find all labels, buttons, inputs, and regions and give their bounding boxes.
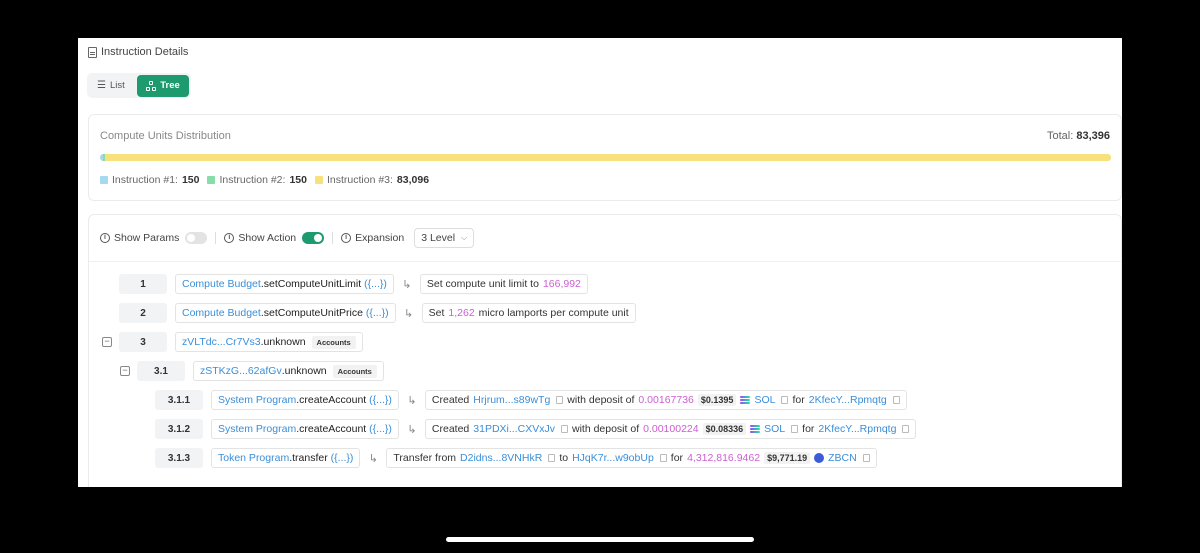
collapse-toggle-icon[interactable]: − bbox=[102, 337, 112, 347]
legend-instruction-1: Instruction #1: 150 bbox=[100, 174, 199, 186]
token-link[interactable]: SOL bbox=[754, 394, 775, 406]
section-title: Instruction Details bbox=[88, 45, 188, 59]
show-params-option: i Show Params bbox=[100, 232, 208, 244]
copy-icon[interactable] bbox=[902, 425, 910, 433]
copy-icon[interactable] bbox=[548, 454, 556, 462]
return-arrow-icon: ↳ bbox=[407, 394, 417, 407]
legend-swatch bbox=[314, 176, 323, 184]
tree-view-button[interactable]: Tree bbox=[137, 74, 189, 97]
instruction-action: Created Hrjrum...s89wTg with deposit of … bbox=[424, 390, 907, 410]
instruction-action: Transfer from D2idns...8VNHkR to HJqK7r.… bbox=[386, 448, 877, 468]
legend-swatch bbox=[100, 176, 108, 184]
instruction-call[interactable]: System Program .createAccount ({...}) bbox=[211, 419, 399, 439]
instruction-index: 2 bbox=[119, 303, 167, 323]
owner-link[interactable]: 2KfecY...Rpmqtg bbox=[818, 423, 896, 435]
usd-value: $0.08336 bbox=[702, 423, 747, 435]
instruction-action: Created 31PDXi...CXVxJv with deposit of … bbox=[424, 419, 917, 439]
instruction-row-2: 2 Compute Budget .setComputeUnitPrice ({.… bbox=[119, 303, 636, 323]
copy-icon[interactable] bbox=[659, 454, 667, 462]
expansion-option: i Expansion 3 Level ⌵ bbox=[341, 228, 475, 248]
document-icon bbox=[88, 46, 97, 58]
instruction-index: 3 bbox=[119, 332, 167, 352]
source-account-link[interactable]: D2idns...8VNHkR bbox=[460, 452, 542, 464]
view-toggle: ☰ List Tree bbox=[87, 73, 191, 98]
divider bbox=[332, 232, 334, 244]
account-link[interactable]: Hrjrum...s89wTg bbox=[473, 394, 550, 406]
instruction-call[interactable]: zVLTdc...Cr7Vs3 .unknown Accounts bbox=[175, 332, 363, 352]
expansion-select[interactable]: 3 Level ⌵ bbox=[414, 228, 475, 248]
instruction-row-3: 3 zVLTdc...Cr7Vs3 .unknown Accounts bbox=[119, 332, 363, 352]
instruction-call[interactable]: Compute Budget .setComputeUnitPrice ({...… bbox=[175, 303, 396, 323]
compute-units-card: Compute Units Distribution Total: 83,396… bbox=[88, 114, 1122, 201]
instruction-index: 3.1.2 bbox=[155, 419, 203, 439]
instruction-row-3-1-2: 3.1.2 System Program .createAccount ({...… bbox=[155, 419, 917, 439]
compute-units-label: Compute Units Distribution bbox=[100, 130, 231, 142]
instruction-call[interactable]: Compute Budget .setComputeUnitLimit ({...… bbox=[175, 274, 394, 294]
copy-icon[interactable] bbox=[781, 396, 789, 404]
divider bbox=[89, 261, 1121, 262]
instruction-index: 3.1.1 bbox=[155, 390, 203, 410]
legend-instruction-2: Instruction #2: 150 bbox=[207, 174, 307, 186]
options-row: i Show Params i Show Action i Expansion … bbox=[100, 227, 475, 249]
instruction-call[interactable]: zSTKzG...62afGv .unknown Accounts bbox=[193, 361, 384, 381]
legend-instruction-3: Instruction #3: 83,096 bbox=[314, 174, 429, 186]
return-arrow-icon: ↳ bbox=[404, 307, 414, 320]
list-icon: ☰ bbox=[97, 79, 106, 91]
usd-value: $0.1395 bbox=[697, 394, 737, 406]
legend-swatch bbox=[207, 176, 216, 184]
token-link[interactable]: ZBCN bbox=[828, 452, 857, 464]
show-action-option: i Show Action bbox=[224, 232, 325, 244]
info-icon: i bbox=[341, 233, 352, 243]
account-link[interactable]: 31PDXi...CXVxJv bbox=[473, 423, 555, 435]
list-view-button[interactable]: ☰ List bbox=[89, 75, 137, 97]
show-action-toggle[interactable] bbox=[302, 232, 325, 244]
instruction-action: Set 1,262 micro lamports per compute unit bbox=[421, 303, 636, 323]
destination-account-link[interactable]: HJqK7r...w9obUp bbox=[572, 452, 654, 464]
chevron-down-icon: ⌵ bbox=[461, 233, 468, 242]
instruction-call[interactable]: System Program .createAccount ({...}) bbox=[211, 390, 399, 410]
instruction-row-3-1-1: 3.1.1 System Program .createAccount ({...… bbox=[155, 390, 907, 410]
instruction-tree-card: i Show Params i Show Action i Expansion … bbox=[88, 214, 1122, 487]
accounts-badge[interactable]: Accounts bbox=[332, 364, 377, 378]
compute-units-total: Total: 83,396 bbox=[1046, 130, 1110, 142]
tree-icon bbox=[146, 80, 157, 91]
return-arrow-icon: ↳ bbox=[407, 423, 417, 436]
copy-icon[interactable] bbox=[892, 396, 900, 404]
usd-value: $9,771.19 bbox=[764, 452, 811, 464]
solana-icon bbox=[740, 396, 751, 404]
copy-icon[interactable] bbox=[560, 425, 568, 433]
show-params-toggle[interactable] bbox=[185, 232, 208, 244]
cu-segment-3 bbox=[105, 154, 1111, 161]
instruction-call[interactable]: Token Program .transfer ({...}) bbox=[211, 448, 361, 468]
copy-icon[interactable] bbox=[791, 425, 799, 433]
instruction-index: 3.1 bbox=[137, 361, 185, 381]
instruction-action: Set compute unit limit to 166,992 bbox=[419, 274, 588, 294]
info-icon: i bbox=[224, 233, 235, 243]
instruction-index: 3.1.3 bbox=[155, 448, 203, 468]
copy-icon[interactable] bbox=[862, 454, 870, 462]
instruction-index: 1 bbox=[119, 274, 167, 294]
instruction-details-panel: Instruction Details ☰ List Tree Compute … bbox=[78, 38, 1122, 487]
section-title-text: Instruction Details bbox=[101, 46, 189, 58]
divider bbox=[215, 232, 217, 244]
solana-icon bbox=[750, 425, 761, 433]
instruction-row-1: 1 Compute Budget .setComputeUnitLimit ({.… bbox=[119, 274, 588, 294]
compute-units-legend: Instruction #1: 150 Instruction #2: 150 In… bbox=[100, 174, 429, 186]
token-link[interactable]: SOL bbox=[764, 423, 785, 435]
zbcn-token-icon bbox=[814, 453, 825, 463]
instruction-row-3-1: 3.1 zSTKzG...62afGv .unknown Accounts bbox=[137, 361, 384, 381]
info-icon: i bbox=[100, 233, 110, 243]
copy-icon[interactable] bbox=[556, 396, 564, 404]
home-indicator bbox=[446, 537, 754, 542]
owner-link[interactable]: 2KfecY...Rpmqtg bbox=[809, 394, 887, 406]
collapse-toggle-icon[interactable]: − bbox=[120, 366, 130, 376]
return-arrow-icon: ↳ bbox=[402, 278, 412, 291]
instruction-row-3-1-3: 3.1.3 Token Program .transfer ({...}) ↳ T… bbox=[155, 448, 877, 468]
return-arrow-icon: ↳ bbox=[368, 452, 379, 465]
compute-units-bar bbox=[100, 154, 1111, 161]
accounts-badge[interactable]: Accounts bbox=[311, 335, 356, 349]
